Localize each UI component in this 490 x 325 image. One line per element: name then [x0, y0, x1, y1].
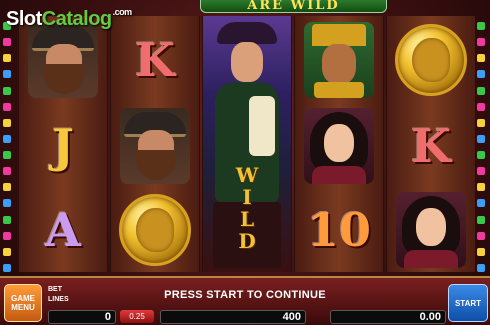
- symbol-letter: 10: [295, 188, 383, 272]
- logo-suffix: .com: [112, 7, 133, 17]
- light-bulb: [477, 151, 485, 159]
- light-bulb: [3, 231, 11, 240]
- symbol-coin: [111, 188, 199, 272]
- reel-4: 10: [294, 16, 384, 272]
- win-display: 0.00: [330, 310, 446, 324]
- wild-label: WILD: [227, 164, 267, 252]
- reel-3: WILD: [202, 16, 292, 272]
- light-bulb: [477, 86, 485, 95]
- light-bulb: [477, 38, 485, 47]
- bet-label: BET: [48, 286, 62, 293]
- light-bulb: [477, 167, 485, 176]
- reel-5: K: [386, 16, 476, 272]
- light-bulb: [3, 134, 11, 143]
- letter-k: K: [135, 33, 175, 87]
- reel-area: J A K WILD 10 K: [18, 16, 476, 272]
- letter-j: J: [52, 119, 74, 173]
- menu-label-game: GAME: [11, 294, 35, 303]
- light-bulb: [3, 215, 11, 224]
- light-bulb: [477, 70, 485, 79]
- light-bulb: [3, 151, 11, 159]
- light-bulb: [3, 199, 11, 208]
- bet-value-display: 0: [48, 310, 116, 324]
- symbol-letter: J: [19, 104, 107, 188]
- wild-letter: I: [242, 185, 252, 209]
- coin-value-button[interactable]: 0.25: [120, 310, 154, 323]
- light-bulb: [3, 263, 11, 272]
- symbol-lady: [295, 104, 383, 188]
- symbol-letter: A: [19, 188, 107, 272]
- light-bulb: [477, 247, 485, 256]
- logo-text-slot: Slot: [6, 8, 42, 30]
- light-bulb: [3, 118, 11, 127]
- light-bulb: [477, 183, 485, 192]
- symbol-coin: [387, 18, 475, 102]
- left-light-strip: [3, 22, 13, 272]
- pirate-icon: [28, 22, 98, 98]
- light-bulb: [3, 102, 11, 111]
- reel-2: K: [110, 16, 200, 272]
- light-bulb: [3, 167, 11, 176]
- wild-letter: L: [239, 207, 255, 231]
- aztec-warrior-icon: [304, 22, 374, 98]
- scroll-icon: [249, 96, 275, 156]
- status-message: PRESS START TO CONTINUE: [164, 289, 326, 301]
- credit-display: 400: [160, 310, 306, 324]
- wild-letter: W: [235, 163, 259, 187]
- lady-icon: [396, 192, 466, 268]
- symbol-lady: [387, 188, 475, 272]
- light-bulb: [477, 54, 485, 63]
- light-bulb: [3, 70, 11, 79]
- light-bulb: [3, 54, 11, 63]
- number-10: 10: [306, 203, 371, 257]
- light-bulb: [477, 102, 485, 111]
- start-button[interactable]: START: [448, 284, 488, 322]
- light-bulb: [477, 134, 485, 143]
- wild-banner: ARE WILD: [200, 0, 387, 13]
- gold-coin-icon: [119, 194, 191, 266]
- game-menu-button[interactable]: GAME MENU: [4, 284, 42, 322]
- letter-k: K: [411, 119, 451, 173]
- wild-letter: D: [238, 229, 256, 253]
- pirate-icon: [120, 108, 190, 184]
- light-bulb: [3, 38, 11, 47]
- light-bulb: [3, 183, 11, 192]
- gold-coin-icon: [395, 24, 467, 96]
- letter-a: A: [45, 203, 81, 257]
- light-bulb: [477, 231, 485, 240]
- wild-symbol: WILD: [203, 16, 291, 272]
- light-bulb: [477, 22, 485, 30]
- symbol-aztec: [295, 18, 383, 102]
- symbol-pirate: [111, 104, 199, 188]
- light-bulb: [477, 118, 485, 127]
- reel-1: J A: [18, 16, 108, 272]
- light-bulb: [477, 215, 485, 224]
- light-bulb: [3, 86, 11, 95]
- light-bulb: [477, 263, 485, 272]
- lines-label: LINES: [48, 296, 69, 303]
- menu-label-menu: MENU: [11, 303, 35, 312]
- light-bulb: [3, 247, 11, 256]
- lady-icon: [304, 108, 374, 184]
- logo-text-catalog: Catalog: [41, 8, 112, 30]
- light-bulb: [477, 199, 485, 208]
- right-light-strip: [477, 22, 487, 272]
- symbol-letter: K: [387, 104, 475, 188]
- site-logo: SlotCatalog.com: [6, 7, 133, 31]
